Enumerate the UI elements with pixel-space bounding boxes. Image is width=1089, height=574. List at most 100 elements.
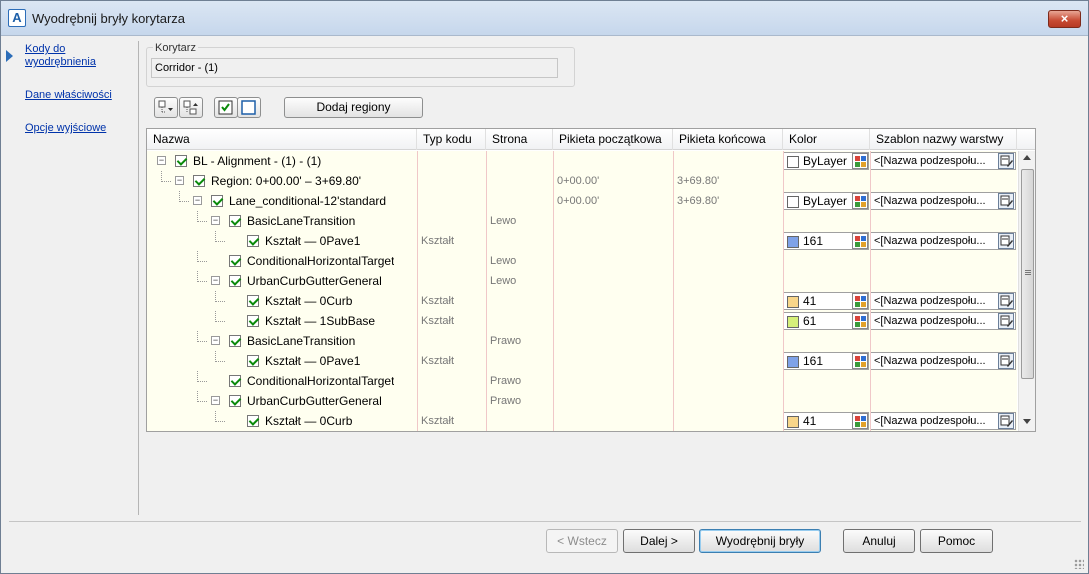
color-picker-icon[interactable] (852, 193, 868, 209)
color-picker-icon[interactable] (852, 233, 868, 249)
row-checkbox[interactable] (193, 175, 205, 187)
edit-name-template-icon[interactable] (998, 313, 1014, 329)
grid-vertical-scrollbar[interactable] (1018, 151, 1035, 431)
color-swatch (787, 416, 799, 428)
color-picker-icon[interactable] (852, 313, 868, 329)
row-checkbox[interactable] (247, 295, 259, 307)
layer-template-field[interactable]: <[Nazwa podzespołu... (870, 232, 1016, 250)
table-row[interactable]: − BasicLaneTransition Prawo (147, 331, 1017, 351)
collapse-all-button[interactable] (179, 97, 203, 118)
table-row[interactable]: Kształt — 1SubBase Kształt 61 <[Nazwa podze… (147, 311, 1017, 331)
table-row[interactable]: − Lane_conditional-12'standard 0+00.00' 3+6… (147, 191, 1017, 211)
scroll-up-arrow-icon[interactable] (1023, 155, 1031, 160)
column-header-name[interactable]: Nazwa (147, 129, 417, 150)
nav-item-codes[interactable]: Kody do wyodrębnienia (25, 43, 130, 69)
add-regions-button[interactable]: Dodaj regiony (284, 97, 423, 118)
layer-template-field[interactable]: <[Nazwa podzespołu... (870, 152, 1016, 170)
resize-grip-icon[interactable] (1074, 559, 1084, 569)
nav-item-output-options[interactable]: Opcje wyjściowe (25, 122, 130, 135)
table-row[interactable]: ConditionalHorizontalTarget Lewo (147, 251, 1017, 271)
layer-template-field[interactable]: <[Nazwa podzespołu... (870, 412, 1016, 430)
civil3d-app-icon: A (8, 9, 26, 27)
row-checkbox[interactable] (229, 255, 241, 267)
collapse-node-icon[interactable]: − (157, 156, 166, 165)
tree-connector (197, 211, 198, 222)
row-name: Lane_conditional-12'standard (229, 194, 387, 208)
expand-all-button[interactable] (154, 97, 178, 118)
edit-name-template-icon[interactable] (998, 233, 1014, 249)
tree-connector (161, 181, 171, 182)
row-checkbox[interactable] (247, 315, 259, 327)
tree-connector (179, 191, 180, 202)
color-picker-icon[interactable] (852, 353, 868, 369)
table-row[interactable]: Kształt — 0Curb Kształt 41 <[Nazwa podzespo… (147, 291, 1017, 311)
edit-name-template-icon[interactable] (998, 153, 1014, 169)
row-side: Lewo (490, 255, 517, 267)
layer-template-field[interactable]: <[Nazwa podzespołu... (870, 352, 1016, 370)
collapse-node-icon[interactable]: − (211, 396, 220, 405)
table-row[interactable]: − BasicLaneTransition Lewo (147, 211, 1017, 231)
column-header-layer-template[interactable]: Szablon nazwy warstwy (870, 129, 1017, 150)
row-checkbox[interactable] (211, 195, 223, 207)
scroll-thumb[interactable] (1021, 169, 1034, 379)
table-row[interactable]: Kształt — 0Pave1 Kształt 161 <[Nazwa podzes… (147, 351, 1017, 371)
tree-connector (179, 201, 189, 202)
help-button[interactable]: Pomoc (920, 529, 993, 553)
row-checkbox[interactable] (175, 155, 187, 167)
column-divider (870, 151, 871, 431)
scroll-down-arrow-icon[interactable] (1023, 419, 1031, 424)
edit-name-template-icon[interactable] (998, 413, 1014, 429)
collapse-node-icon[interactable]: − (193, 196, 202, 205)
layer-template-field[interactable]: <[Nazwa podzespołu... (870, 192, 1016, 210)
column-header-side[interactable]: Strona (486, 129, 553, 150)
table-row[interactable]: − UrbanCurbGutterGeneral Prawo (147, 391, 1017, 411)
row-name: BasicLaneTransition (247, 214, 356, 228)
layer-template-field[interactable]: <[Nazwa podzespołu... (870, 292, 1016, 310)
color-picker-icon[interactable] (852, 153, 868, 169)
row-checkbox[interactable] (229, 375, 241, 387)
next-button[interactable]: Dalej > (623, 529, 695, 553)
color-picker-icon[interactable] (852, 413, 868, 429)
check-all-button[interactable] (214, 97, 238, 118)
layer-template-field[interactable]: <[Nazwa podzespołu... (870, 312, 1016, 330)
column-header-color[interactable]: Kolor (783, 129, 870, 150)
table-row[interactable]: − Region: 0+00.00' – 3+69.80' 0+00.00' 3+69… (147, 171, 1017, 191)
column-header-end-station[interactable]: Pikieta końcowa (673, 129, 783, 150)
row-checkbox[interactable] (229, 335, 241, 347)
close-button[interactable]: × (1048, 10, 1081, 28)
uncheck-all-button[interactable] (237, 97, 261, 118)
collapse-node-icon[interactable]: − (211, 276, 220, 285)
edit-name-template-icon[interactable] (998, 193, 1014, 209)
row-side: Prawo (490, 375, 522, 387)
column-header-start-station[interactable]: Pikieta początkowa (553, 129, 673, 150)
row-side: Lewo (490, 275, 517, 287)
table-row[interactable]: − BL - Alignment - (1) - (1) ByLayer <[Nazw… (147, 151, 1017, 171)
row-checkbox[interactable] (247, 235, 259, 247)
color-picker-icon[interactable] (852, 293, 868, 309)
color-value: 41 (803, 414, 817, 428)
nav-item-property-data[interactable]: Dane właściwości (25, 89, 130, 102)
table-row[interactable]: Kształt — 0Pave1 Kształt 161 <[Nazwa podzes… (147, 231, 1017, 251)
row-checkbox[interactable] (247, 355, 259, 367)
active-page-arrow-icon (6, 50, 13, 62)
color-swatch (787, 196, 799, 208)
collapse-node-icon[interactable]: − (175, 176, 184, 185)
row-checkbox[interactable] (229, 215, 241, 227)
row-checkbox[interactable] (247, 415, 259, 427)
table-row[interactable]: ConditionalHorizontalTarget Prawo (147, 371, 1017, 391)
row-checkbox[interactable] (229, 395, 241, 407)
edit-name-template-icon[interactable] (998, 293, 1014, 309)
table-row[interactable]: − UrbanCurbGutterGeneral Lewo (147, 271, 1017, 291)
edit-name-template-icon[interactable] (998, 353, 1014, 369)
column-divider (553, 151, 554, 431)
tree-connector (197, 281, 207, 282)
cancel-button[interactable]: Anuluj (843, 529, 915, 553)
extract-solids-button[interactable]: Wyodrębnij bryły (699, 529, 821, 553)
row-checkbox[interactable] (229, 275, 241, 287)
grid-rows: − BL - Alignment - (1) - (1) ByLayer <[Nazw… (147, 151, 1017, 431)
collapse-node-icon[interactable]: − (211, 336, 220, 345)
column-header-code-type[interactable]: Typ kodu (417, 129, 486, 150)
back-button[interactable]: < Wstecz (546, 529, 618, 553)
table-row[interactable]: Kształt — 0Curb Kształt 41 <[Nazwa podzespo… (147, 411, 1017, 431)
collapse-node-icon[interactable]: − (211, 216, 220, 225)
